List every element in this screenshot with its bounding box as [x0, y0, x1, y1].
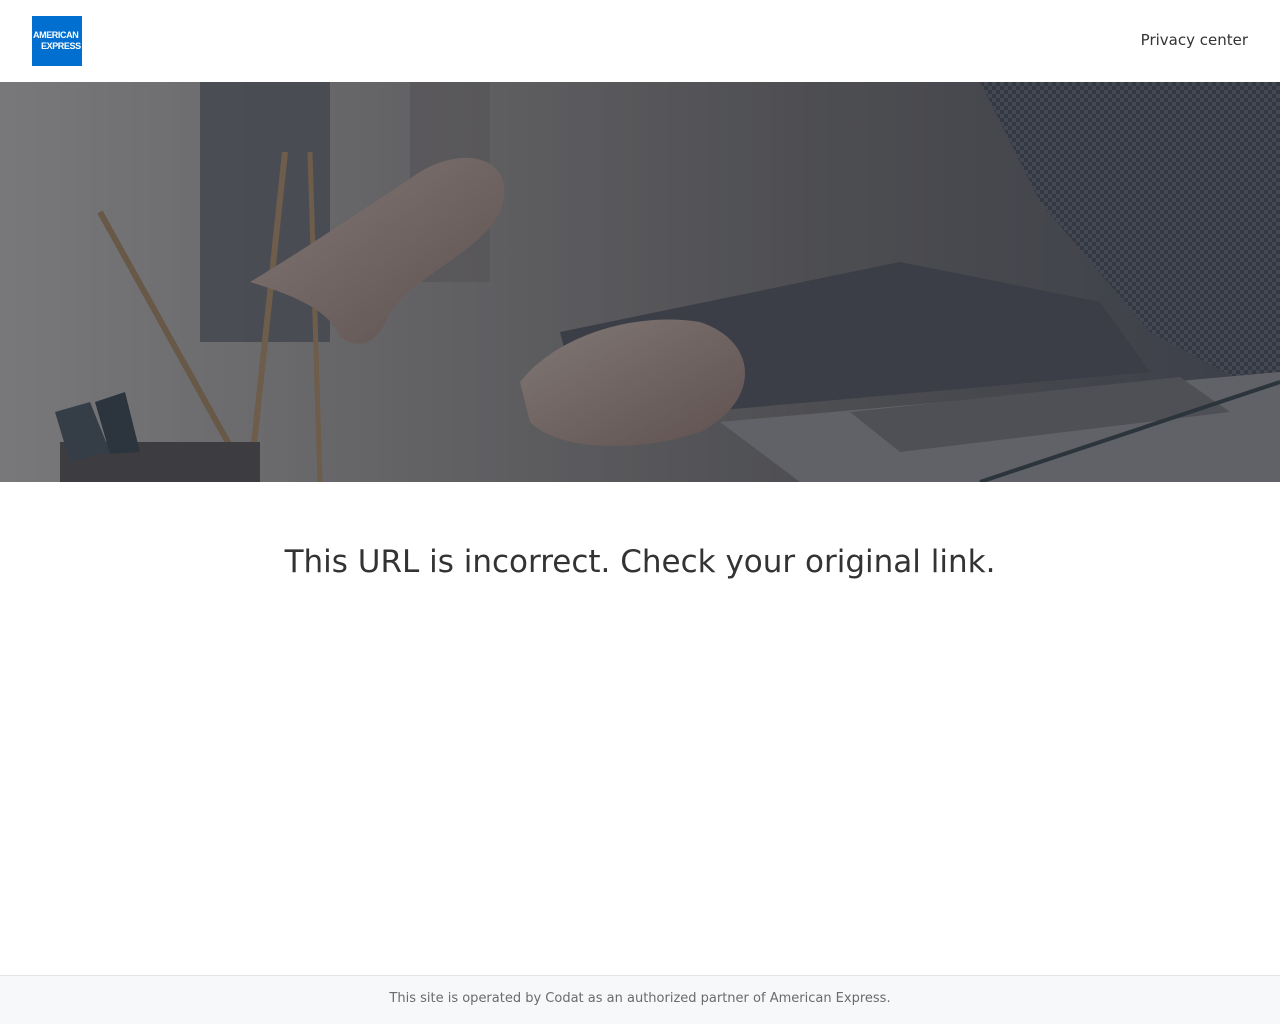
american-express-logo[interactable]: AMERICAN EXPRESS [32, 16, 82, 66]
logo-line-1: AMERICAN [33, 30, 79, 40]
privacy-center-link[interactable]: Privacy center [1141, 31, 1248, 49]
footer-text: This site is operated by Codat as an aut… [389, 991, 891, 1006]
site-footer: This site is operated by Codat as an aut… [0, 975, 1280, 1024]
error-message: This URL is incorrect. Check your origin… [284, 544, 996, 580]
site-header: AMERICAN EXPRESS Privacy center [0, 0, 1280, 82]
logo-line-2: EXPRESS [41, 41, 81, 51]
hero-photo-illustration [0, 82, 1280, 482]
hero-banner-image [0, 82, 1280, 482]
